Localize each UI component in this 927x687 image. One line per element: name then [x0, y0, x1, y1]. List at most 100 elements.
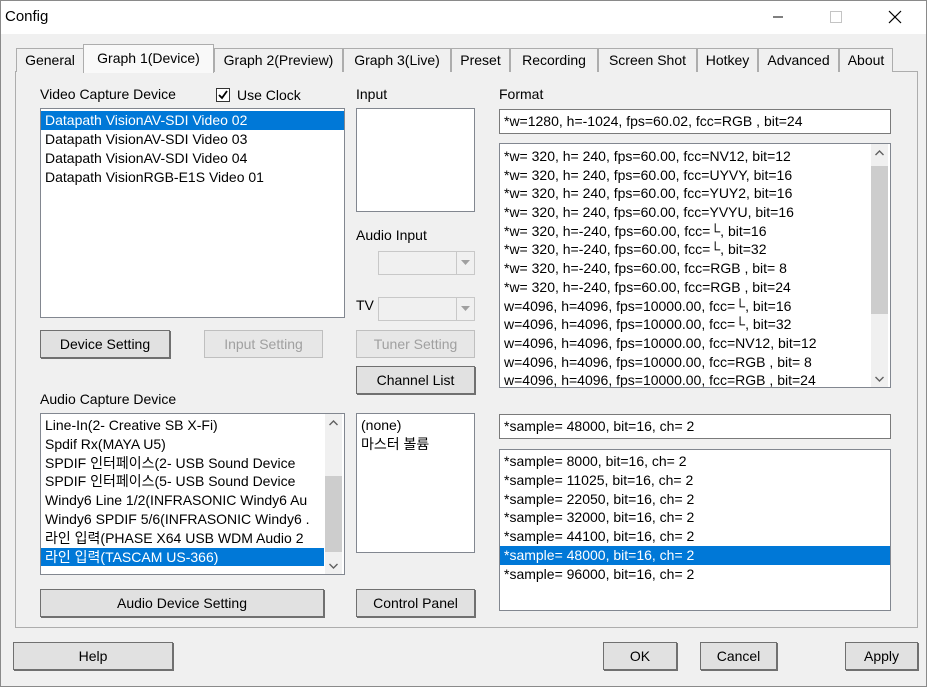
use-clock-label: Use Clock: [237, 87, 301, 103]
list-item[interactable]: (none): [357, 416, 474, 435]
list-item[interactable]: *sample= 22050, bit=16, ch= 2: [500, 490, 890, 509]
tab-label: Graph 3(Live): [354, 52, 440, 68]
list-item[interactable]: *w= 320, h= 240, fps=60.00, fcc=YUY2, bi…: [500, 184, 890, 203]
tab-label: About: [847, 52, 885, 68]
window-title: Config: [5, 8, 49, 25]
list-item[interactable]: SPDIF 인터페이스(2- USB Sound Device: [41, 454, 324, 473]
input-setting-button[interactable]: Input Setting: [204, 330, 323, 358]
list-item[interactable]: Datapath VisionAV-SDI Video 03: [41, 130, 344, 149]
chevron-up-icon[interactable]: [871, 144, 888, 161]
sample-current-field[interactable]: *sample= 48000, bit=16, ch= 2: [499, 414, 891, 439]
list-item[interactable]: w=4096, h=4096, fps=10000.00, fcc=RGB , …: [500, 353, 890, 372]
tuner-setting-button[interactable]: Tuner Setting: [356, 330, 475, 358]
tab-advanced[interactable]: Advanced: [758, 48, 839, 72]
list-item[interactable]: *sample= 32000, bit=16, ch= 2: [500, 508, 890, 527]
tab-graph-1-device[interactable]: Graph 1(Device): [83, 44, 214, 73]
checkmark-icon: [218, 90, 228, 100]
list-item[interactable]: Datapath VisionAV-SDI Video 04: [41, 149, 344, 168]
tab-screen-shot[interactable]: Screen Shot: [598, 48, 697, 72]
video-device-list[interactable]: Datapath VisionAV-SDI Video 02 Datapath …: [40, 108, 345, 318]
tab-label: Graph 2(Preview): [223, 52, 334, 68]
tab-label: General: [25, 52, 75, 68]
audio-device-list[interactable]: Line-In(2- Creative SB X-Fi) Spdif Rx(MA…: [40, 413, 345, 575]
audio-device-list-scrollbar[interactable]: [325, 414, 342, 574]
tab-label: Hotkey: [705, 52, 750, 68]
cancel-button[interactable]: Cancel: [700, 642, 777, 670]
list-item[interactable]: 라인 입력(TASCAM US-366): [41, 547, 324, 567]
help-button[interactable]: Help: [13, 642, 173, 670]
close-button[interactable]: [872, 0, 918, 34]
list-item[interactable]: Datapath VisionAV-SDI Video 02: [41, 111, 344, 130]
list-item[interactable]: *w= 320, h= 240, fps=60.00, fcc=YVYU, bi…: [500, 203, 890, 222]
format-current-field[interactable]: *w=1280, h=-1024, fps=60.02, fcc=RGB , b…: [499, 109, 891, 134]
sample-list[interactable]: *sample= 8000, bit=16, ch= 2 *sample= 11…: [499, 449, 891, 611]
list-item[interactable]: 마스터 볼륨: [357, 435, 474, 454]
input-list[interactable]: [356, 108, 475, 212]
tab-preset[interactable]: Preset: [451, 48, 510, 72]
tv-combo[interactable]: [378, 297, 475, 321]
use-clock-checkbox[interactable]: [216, 88, 230, 102]
audio-device-setting-button[interactable]: Audio Device Setting: [40, 589, 324, 617]
chevron-down-icon: [456, 252, 474, 274]
scrollbar-thumb[interactable]: [325, 476, 342, 552]
tab-general[interactable]: General: [16, 48, 84, 72]
audio-input-list[interactable]: (none) 마스터 볼륨: [356, 413, 475, 553]
list-item[interactable]: w=4096, h=4096, fps=10000.00, fcc=RGB , …: [500, 371, 890, 387]
video-capture-device-label: Video Capture Device: [40, 86, 176, 102]
tab-hotkey[interactable]: Hotkey: [697, 48, 758, 72]
list-item[interactable]: w=4096, h=4096, fps=10000.00, fcc=└, bit…: [500, 315, 890, 334]
close-icon: [888, 10, 902, 24]
scrollbar-thumb[interactable]: [871, 166, 888, 314]
apply-button[interactable]: Apply: [845, 642, 918, 670]
tab-label: Screen Shot: [608, 52, 687, 68]
audio-input-label: Audio Input: [356, 227, 427, 243]
ok-button[interactable]: OK: [603, 642, 677, 670]
tab-label: Advanced: [767, 52, 830, 68]
chevron-down-icon[interactable]: [325, 557, 342, 574]
list-item[interactable]: *sample= 48000, bit=16, ch= 2: [500, 545, 890, 565]
tab-graph-2-preview[interactable]: Graph 2(Preview): [214, 48, 343, 72]
format-label: Format: [499, 86, 544, 102]
tab-label: Preset: [460, 52, 501, 68]
list-item[interactable]: w=4096, h=4096, fps=10000.00, fcc=NV12, …: [500, 334, 890, 353]
format-list-scrollbar[interactable]: [871, 144, 888, 387]
list-item[interactable]: *sample= 8000, bit=16, ch= 2: [500, 452, 890, 471]
audio-capture-device-label: Audio Capture Device: [40, 391, 177, 407]
chevron-down-icon: [456, 298, 474, 320]
list-item[interactable]: Windy6 Line 1/2(INFRASONIC Windy6 Au: [41, 491, 324, 510]
maximize-button[interactable]: [813, 0, 859, 34]
list-item[interactable]: *sample= 44100, bit=16, ch= 2: [500, 527, 890, 546]
audio-input-combo[interactable]: [378, 251, 475, 275]
maximize-icon: [830, 11, 842, 23]
list-item[interactable]: Windy6 SPDIF 5/6(INFRASONIC Windy6 .: [41, 510, 324, 529]
list-item[interactable]: Line-In(2- Creative SB X-Fi): [41, 416, 324, 435]
list-item[interactable]: *w= 320, h=-240, fps=60.00, fcc=└, bit=1…: [500, 222, 890, 241]
control-panel-button[interactable]: Control Panel: [356, 589, 475, 617]
minimize-icon: [773, 16, 783, 18]
list-item[interactable]: Spdif Rx(MAYA U5): [41, 435, 324, 454]
list-item[interactable]: *sample= 96000, bit=16, ch= 2: [500, 565, 890, 584]
chevron-down-icon[interactable]: [871, 370, 888, 387]
list-item[interactable]: *w= 320, h=-240, fps=60.00, fcc=└, bit=3…: [500, 240, 890, 259]
device-setting-button[interactable]: Device Setting: [40, 330, 170, 358]
tab-label: Graph 1(Device): [97, 50, 200, 66]
input-label: Input: [356, 86, 388, 102]
list-item[interactable]: *sample= 11025, bit=16, ch= 2: [500, 471, 890, 490]
list-item[interactable]: w=4096, h=4096, fps=10000.00, fcc=└, bit…: [500, 297, 890, 316]
list-item[interactable]: *w= 320, h=-240, fps=60.00, fcc=RGB , bi…: [500, 259, 890, 278]
list-item[interactable]: 라인 입력(PHASE X64 USB WDM Audio 2: [41, 529, 324, 548]
chevron-up-icon[interactable]: [325, 414, 342, 431]
list-item[interactable]: SPDIF 인터페이스(5- USB Sound Device: [41, 472, 324, 491]
list-item[interactable]: *w= 320, h= 240, fps=60.00, fcc=NV12, bi…: [500, 147, 890, 166]
tab-recording[interactable]: Recording: [510, 48, 598, 72]
tab-graph-3-live[interactable]: Graph 3(Live): [343, 48, 451, 72]
channel-list-button[interactable]: Channel List: [356, 366, 475, 394]
list-item[interactable]: Datapath VisionRGB-E1S Video 01: [41, 168, 344, 187]
tv-label: TV: [356, 297, 374, 313]
list-item[interactable]: *w= 320, h=-240, fps=60.00, fcc=RGB , bi…: [500, 278, 890, 297]
format-list[interactable]: *w= 320, h= 240, fps=60.00, fcc=NV12, bi…: [499, 143, 891, 388]
minimize-button[interactable]: [755, 0, 801, 34]
tab-label: Recording: [522, 52, 586, 68]
tab-about[interactable]: About: [839, 48, 893, 72]
list-item[interactable]: *w= 320, h= 240, fps=60.00, fcc=UYVY, bi…: [500, 166, 890, 185]
